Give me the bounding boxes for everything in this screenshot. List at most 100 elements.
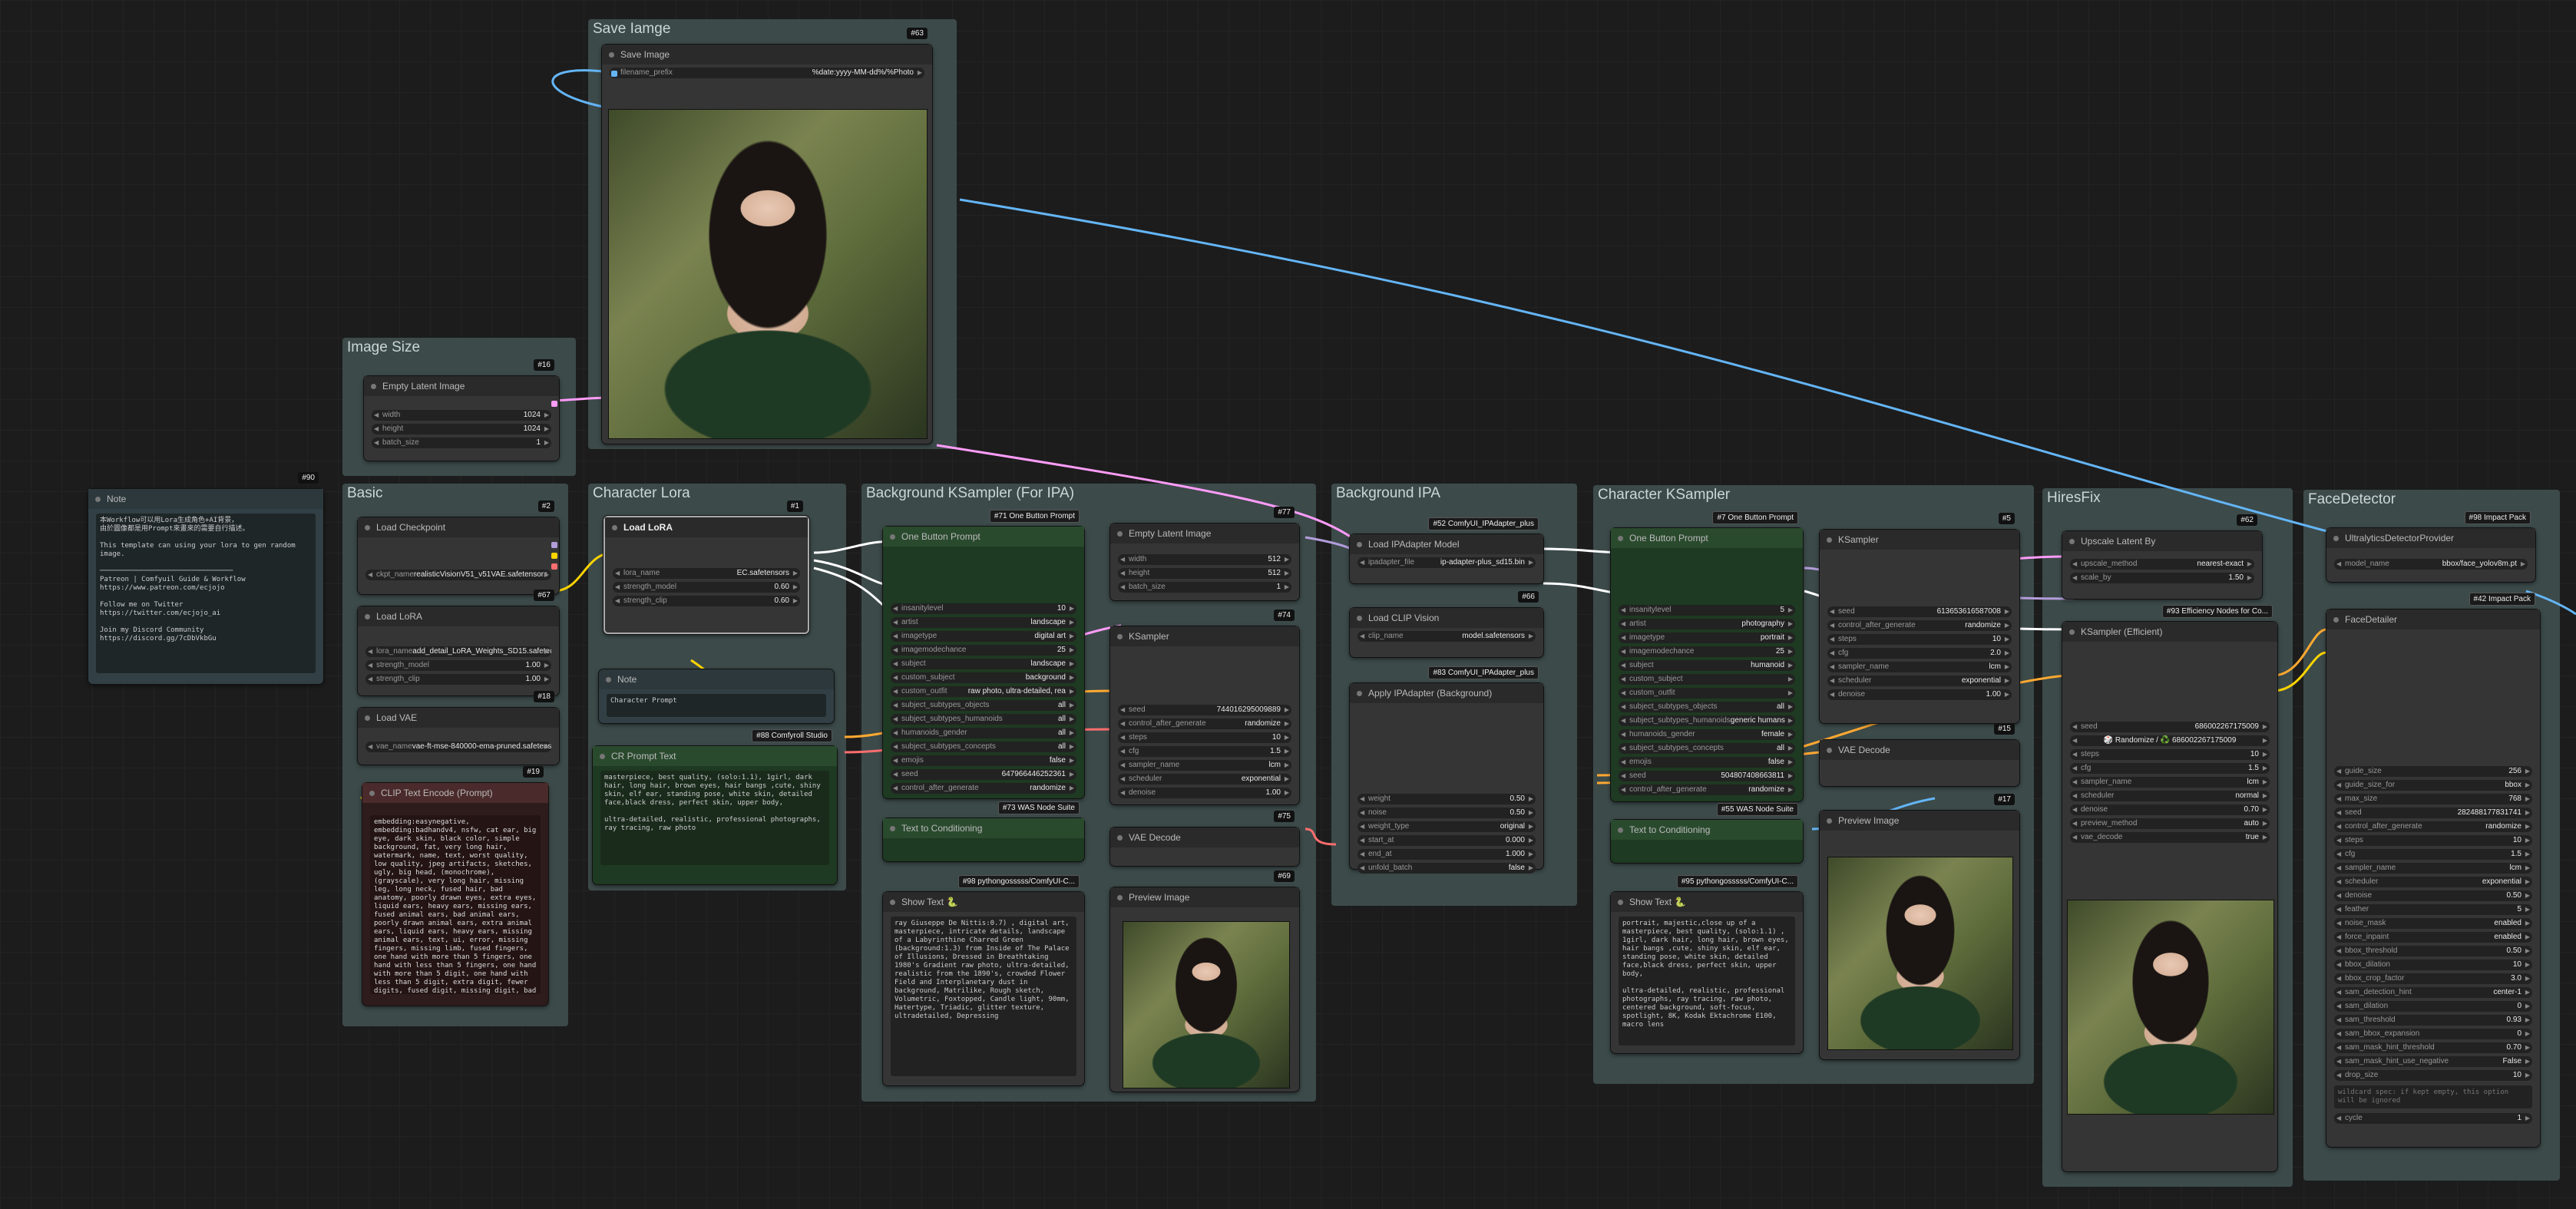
scheduler-widget[interactable]: scheduler exponential — [1118, 774, 1291, 785]
artist-widget[interactable]: artist landscape — [891, 617, 1076, 628]
subject-subtypes-objects-widget[interactable]: subject_subtypes_objects all — [891, 700, 1076, 711]
seed-widget[interactable]: seed 686002267175009 — [2070, 722, 2270, 732]
steps-widget[interactable]: steps 10 — [1118, 732, 1291, 743]
strength-model-widget[interactable]: strength_model 1.00 — [365, 660, 551, 671]
insanitylevel-widget[interactable]: insanitylevel 10 — [891, 603, 1076, 614]
denoise-widget[interactable]: denoise 0.70 — [2070, 804, 2270, 815]
note-text[interactable]: 本Workflow可以用Lora生成角色+AI背景， 由於圖像都是用Prompt… — [96, 514, 316, 673]
custom-subject-widget[interactable]: custom_subject background — [891, 672, 1076, 683]
subject-subtypes-humanoids-widget[interactable]: subject_subtypes_humanoids all — [891, 714, 1076, 725]
scheduler-widget[interactable]: scheduler exponential — [1827, 676, 2012, 686]
vae-decode-char-node[interactable]: #15 VAE Decode — [1820, 723, 2019, 786]
text-to-conditioning-bg-node[interactable]: #73 WAS Node Suite Text to Conditioning — [883, 801, 1084, 861]
seed-widget[interactable]: seed 282488177831741 — [2334, 808, 2532, 818]
steps-widget[interactable]: steps 10 — [2070, 749, 2270, 760]
note-character-node[interactable]: Note Character Prompt — [599, 669, 834, 723]
subject-widget[interactable]: subject landscape — [891, 659, 1076, 669]
subject-subtypes-objects-widget[interactable]: subject_subtypes_objects all — [1619, 702, 1795, 712]
sam-detection-hint-widget[interactable]: sam_detection_hint center-1 — [2334, 987, 2532, 998]
character-prompt-text[interactable]: masterpiece, best quality, (solo:1.1), 1… — [600, 771, 829, 865]
ksampler-bg-node[interactable]: #74 KSampler seed 744016295009889 control_… — [1110, 609, 1299, 804]
vae-decode-bg-node[interactable]: #75 VAE Decode — [1110, 811, 1299, 866]
upscale-method-widget[interactable]: upscale_method nearest-exact — [2070, 559, 2254, 570]
emojis-widget[interactable]: emojis false — [1619, 757, 1795, 768]
cfg-widget[interactable]: cfg 1.5 — [1118, 746, 1291, 757]
noise-mask-widget[interactable]: noise_mask enabled — [2334, 918, 2532, 929]
lora-name-widget[interactable]: lora_name EC.safetensors — [613, 568, 800, 579]
sampler-name-widget[interactable]: sampler_name lcm — [1827, 662, 2012, 672]
guide-size-for-widget[interactable]: guide_size_for bbox — [2334, 780, 2532, 791]
strength-model-widget[interactable]: strength_model 0.60 — [613, 582, 800, 593]
empty-latent-image-node[interactable]: #16 Empty Latent Image width 1024 height 1… — [364, 359, 559, 461]
imagemodechance-widget[interactable]: imagemodechance 25 — [891, 645, 1076, 656]
load-lora-basic-node[interactable]: #67 Load LoRA lora_nameadd_detail_LoRA_W… — [358, 590, 559, 695]
clip-text-encode-node[interactable]: #19 CLIP Text Encode (Prompt) embedding:… — [362, 766, 548, 1006]
seed-widget[interactable]: seed 744016295009889 — [1118, 705, 1291, 715]
wildcard-textarea[interactable]: wildcard spec: if kept empty, this optio… — [2334, 1085, 2532, 1108]
insanitylevel-widget[interactable]: insanitylevel 5 — [1619, 605, 1795, 616]
subject-subtypes-concepts-widget[interactable]: subject_subtypes_concepts all — [1619, 743, 1795, 754]
subject-subtypes-humanoids-widget[interactable]: subject_subtypes_humanoidsgeneric humans — [1619, 715, 1795, 726]
imagetype-widget[interactable]: imagetype digital art — [891, 631, 1076, 642]
subject-widget[interactable]: subject humanoid — [1619, 660, 1795, 671]
weight-widget[interactable]: weight 0.50 — [1357, 794, 1536, 804]
sam-mask-hint-use-negative-widget[interactable]: sam_mask_hint_use_negative False — [2334, 1056, 2532, 1067]
max-size-widget[interactable]: max_size 768 — [2334, 794, 2532, 804]
steps-widget[interactable]: steps 10 — [2334, 835, 2532, 846]
height-widget[interactable]: height 512 — [1118, 568, 1291, 579]
model-name-widget[interactable]: model_name bbox/face_yolov8m.pt — [2334, 559, 2528, 570]
sam-dilation-widget[interactable]: sam_dilation 0 — [2334, 1001, 2532, 1012]
imagemodechance-widget[interactable]: imagemodechance 25 — [1619, 646, 1795, 657]
weight-type-widget[interactable]: weight_type original — [1357, 821, 1536, 832]
ksampler-efficient-node[interactable]: #93 Efficiency Nodes for Co... KSampler … — [2062, 605, 2277, 1171]
show-text-char-node[interactable]: #95 pythongosssss/ComfyUI-C... Show Text… — [1611, 875, 1803, 1053]
preview-image-bg-node[interactable]: #69 Preview Image — [1110, 870, 1299, 1092]
filename-prefix-widget[interactable]: filename_prefix %date:yyyy-MM-dd%/%Photo — [610, 68, 924, 78]
custom-outfit-widget[interactable]: custom_outfit raw photo, ultra-detailed, … — [891, 686, 1076, 697]
subject-subtypes-concepts-widget[interactable]: subject_subtypes_concepts all — [891, 742, 1076, 752]
noise-widget[interactable]: noise 0.50 — [1357, 808, 1536, 818]
load-lora-char-node[interactable]: #1 Load LoRA lora_name EC.safetensors str… — [603, 500, 809, 634]
empty-latent-bg-node[interactable]: #77 Empty Latent Image width 512 height 51… — [1110, 507, 1299, 600]
cfg-widget[interactable]: cfg 1.5 — [2334, 849, 2532, 860]
ksampler-char-node[interactable]: #5 KSampler seed 613653616587008 control_a… — [1820, 513, 2019, 723]
denoise-widget[interactable]: denoise 0.50 — [2334, 890, 2532, 901]
feather-widget[interactable]: feather 5 — [2334, 904, 2532, 915]
vae-name-widget[interactable]: vae_namevae-ft-mse-840000-ema-pruned.saf… — [365, 742, 551, 752]
show-text-bg-node[interactable]: #98 pythongosssss/ComfyUI-C... Show Text… — [883, 875, 1084, 1085]
one-button-prompt-bg-node[interactable]: #71 One Button Prompt One Button Prompt … — [883, 510, 1084, 798]
vae-output-socket[interactable] — [551, 563, 557, 570]
humanoids-gender-widget[interactable]: humanoids_gender all — [891, 728, 1076, 738]
control-after-generate-widget[interactable]: control_after_generate randomize — [891, 783, 1076, 794]
control-after-generate-widget[interactable]: control_after_generate randomize — [1118, 718, 1291, 729]
ckpt-name-widget[interactable]: ckpt_namerealisticVisionV51_v51VAE.safet… — [365, 570, 551, 580]
clip-output-socket[interactable] — [551, 553, 557, 559]
bbox-dilation-widget[interactable]: bbox_dilation 10 — [2334, 960, 2532, 970]
artist-widget[interactable]: artist photography — [1619, 619, 1795, 629]
show-text-output[interactable]: ray Giuseppe De Nittis:0.7) , digital ar… — [891, 917, 1076, 1076]
control-after-generate-widget[interactable]: control_after_generate randomize — [1827, 620, 2012, 631]
sam-mask-hint-threshold-widget[interactable]: sam_mask_hint_threshold 0.70 — [2334, 1042, 2532, 1053]
preview-image-char-node[interactable]: #17 Preview Image — [1820, 794, 2019, 1059]
negative-prompt-text[interactable]: embedding:easynegative, embedding:badhan… — [370, 815, 541, 994]
batch-size-widget[interactable]: batch_size 1 — [372, 438, 551, 448]
cycle-widget[interactable]: cycle 1 — [2334, 1113, 2532, 1124]
bbox-threshold-widget[interactable]: bbox_threshold 0.50 — [2334, 946, 2532, 956]
note-text[interactable]: Character Prompt — [607, 694, 826, 717]
randomize-seed-button[interactable]: 🎲 Randomize / ♻️ 686002267175009 — [2070, 735, 2270, 746]
apply-ipadapter-node[interactable]: #83 ComfyUI_IPAdapter_plus Apply IPAdapt… — [1350, 666, 1543, 874]
denoise-widget[interactable]: denoise 1.00 — [1827, 689, 2012, 700]
cfg-widget[interactable]: cfg 2.0 — [1827, 648, 2012, 659]
bbox-crop-factor-widget[interactable]: bbox_crop_factor 3.0 — [2334, 973, 2532, 984]
note-node[interactable]: #90 Note 本Workflow可以用Lora生成角色+AI背景， 由於圖像… — [88, 472, 323, 684]
control-after-generate-widget[interactable]: control_after_generate randomize — [2334, 821, 2532, 832]
scale-by-widget[interactable]: scale_by 1.50 — [2070, 573, 2254, 583]
save-image-node[interactable]: #63 Save Image filename_prefix %date:yyyy… — [602, 28, 932, 444]
load-clip-vision-node[interactable]: #66 Load CLIP Vision clip_name model.safe… — [1350, 591, 1543, 657]
preview-method-widget[interactable]: preview_method auto — [2070, 818, 2270, 829]
start-at-widget[interactable]: start_at 0.000 — [1357, 835, 1536, 846]
load-vae-node[interactable]: #18 Load VAE vae_namevae-ft-mse-840000-e… — [358, 691, 559, 765]
scheduler-widget[interactable]: scheduler exponential — [2334, 877, 2532, 887]
imagetype-widget[interactable]: imagetype portrait — [1619, 633, 1795, 643]
force-inpaint-widget[interactable]: force_inpaint enabled — [2334, 932, 2532, 943]
